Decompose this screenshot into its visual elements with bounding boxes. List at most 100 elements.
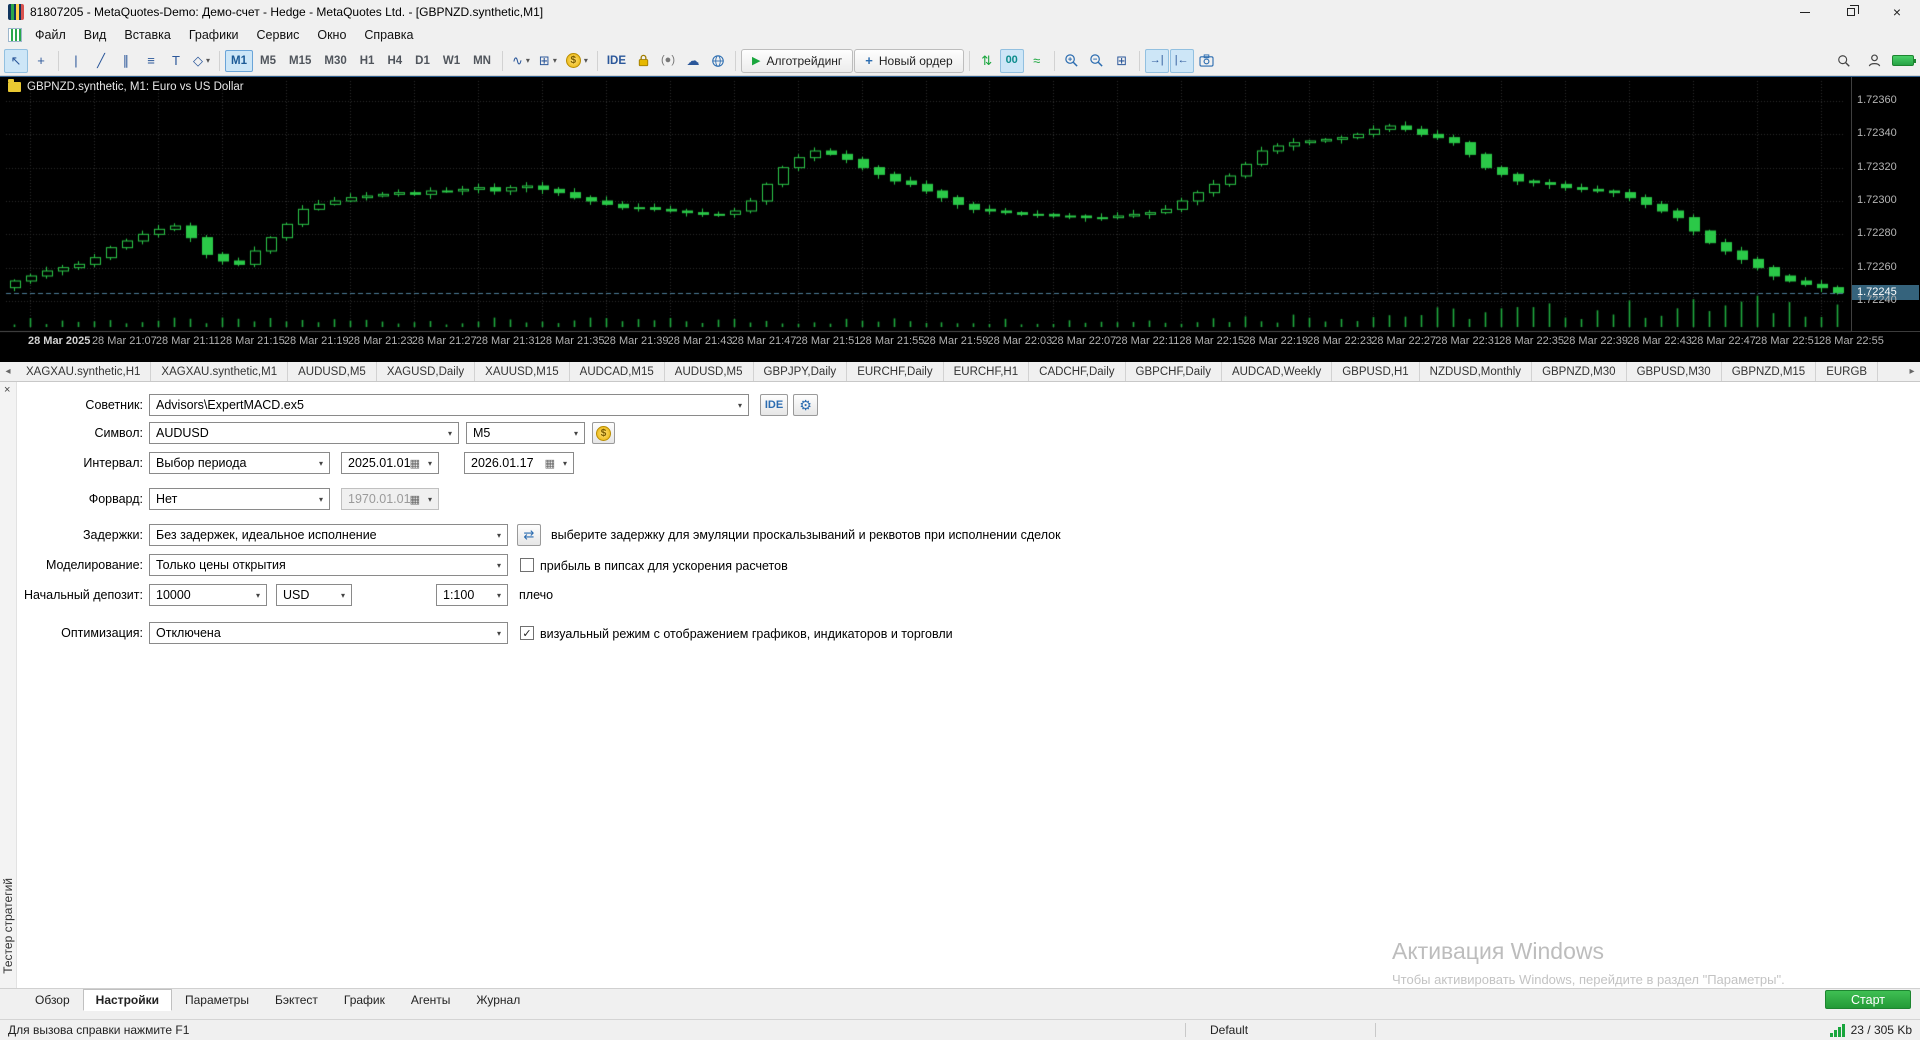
menu-item-1[interactable]: Файл xyxy=(26,25,75,45)
tabs-scroll-right-button[interactable]: ▸ xyxy=(1904,362,1920,381)
candlestick-chart-canvas[interactable] xyxy=(0,77,1851,363)
trade-levels-button[interactable]: ⇅ xyxy=(975,49,999,73)
chart-tab[interactable]: XAGXAU.synthetic,M1 xyxy=(151,362,288,381)
chevron-down-icon[interactable]: ▾ xyxy=(732,395,748,415)
tester-tab[interactable]: Обзор xyxy=(22,989,83,1011)
delays-combobox[interactable]: Без задержек, идеальное исполнение ▾ xyxy=(149,524,508,546)
indicators-dropdown-button[interactable]: ∿▾ xyxy=(508,49,534,73)
pips-profit-checkbox[interactable] xyxy=(520,558,534,572)
chart-tab[interactable]: NZDUSD,Monthly xyxy=(1420,362,1532,381)
tabs-scroll-left-button[interactable]: ◂ xyxy=(0,362,16,381)
chart-tab[interactable]: AUDCAD,M15 xyxy=(570,362,665,381)
date-from-field[interactable]: 2025.01.01 ▦ ▾ xyxy=(341,452,439,474)
chart-shift-button[interactable]: |← xyxy=(1170,49,1194,73)
tester-tab[interactable]: Параметры xyxy=(172,989,262,1011)
chart-tab[interactable]: EURCHF,Daily xyxy=(847,362,943,381)
restore-button[interactable] xyxy=(1828,0,1874,24)
account-button[interactable] xyxy=(1862,49,1886,73)
chevron-down-icon[interactable]: ▾ xyxy=(313,453,329,473)
ide-button[interactable]: IDE xyxy=(603,49,630,73)
chart-tab[interactable]: EURGB xyxy=(1816,362,1878,381)
chevron-down-icon[interactable]: ▾ xyxy=(422,453,438,473)
auto-scroll-button[interactable]: →| xyxy=(1145,49,1169,73)
modeling-combobox[interactable]: Только цены открытия ▾ xyxy=(149,554,508,576)
minimize-button[interactable] xyxy=(1782,0,1828,24)
tester-tab[interactable]: График xyxy=(331,989,398,1011)
lock-button[interactable] xyxy=(631,49,655,73)
chart-tab[interactable]: GBPJPY,Daily xyxy=(754,362,848,381)
tick-line-button[interactable]: ≈ xyxy=(1025,49,1049,73)
tester-tab[interactable]: Настройки xyxy=(83,989,172,1011)
expert-settings-button[interactable]: ⚙ xyxy=(793,394,818,416)
chart-tab[interactable]: GBPCHF,Daily xyxy=(1126,362,1222,381)
chart-tab[interactable]: EURCHF,H1 xyxy=(944,362,1030,381)
expert-ide-button[interactable]: IDE xyxy=(760,394,788,416)
menu-item-7[interactable]: Справка xyxy=(355,25,422,45)
period-combobox[interactable]: M5 ▾ xyxy=(466,422,585,444)
chart-tab[interactable]: XAGXAU.synthetic,H1 xyxy=(16,362,151,381)
delays-config-button[interactable]: ⇄ xyxy=(517,524,541,546)
zoom-in-button[interactable] xyxy=(1060,49,1084,73)
tester-tab[interactable]: Журнал xyxy=(463,989,533,1011)
zoom-out-button[interactable] xyxy=(1085,49,1109,73)
chart-tab[interactable]: XAUUSD,M15 xyxy=(475,362,570,381)
screenshot-button[interactable] xyxy=(1195,49,1219,73)
chevron-down-icon[interactable]: ▾ xyxy=(442,423,458,443)
trendline-tool-button[interactable]: ╱ xyxy=(89,49,113,73)
timeframe-button-d1[interactable]: D1 xyxy=(409,50,436,72)
chevron-down-icon[interactable]: ▾ xyxy=(568,423,584,443)
chart-tab[interactable]: XAGUSD,Daily xyxy=(377,362,475,381)
profile-selector[interactable]: Default xyxy=(1210,1023,1248,1037)
menu-item-5[interactable]: Сервис xyxy=(248,25,309,45)
algo-trading-button[interactable]: ▶ Алготрейдинг xyxy=(741,49,853,73)
chevron-down-icon[interactable]: ▾ xyxy=(335,585,351,605)
search-button[interactable] xyxy=(1832,49,1856,73)
crosshair-tool-button[interactable]: + xyxy=(29,49,53,73)
webterminal-button[interactable] xyxy=(706,49,730,73)
chart-tab[interactable]: GBPNZD,M30 xyxy=(1532,362,1627,381)
chart-tab[interactable]: AUDUSD,M5 xyxy=(665,362,754,381)
timeframe-button-m30[interactable]: M30 xyxy=(318,50,352,72)
timeframe-button-h4[interactable]: H4 xyxy=(381,50,408,72)
tester-tab[interactable]: Агенты xyxy=(398,989,464,1011)
chevron-down-icon[interactable]: ▾ xyxy=(491,525,507,545)
start-button[interactable]: Старт xyxy=(1825,990,1911,1009)
optimization-combobox[interactable]: Отключена ▾ xyxy=(149,622,508,644)
chart-tab[interactable]: GBPUSD,H1 xyxy=(1332,362,1419,381)
ohlc-button[interactable]: 00 xyxy=(1000,49,1024,73)
leverage-combobox[interactable]: 1:100 ▾ xyxy=(436,584,508,606)
menu-item-6[interactable]: Окно xyxy=(308,25,355,45)
chevron-down-icon[interactable]: ▾ xyxy=(491,585,507,605)
chevron-down-icon[interactable]: ▾ xyxy=(557,453,573,473)
chevron-down-icon[interactable]: ▾ xyxy=(313,489,329,509)
chart-panel[interactable]: GBPNZD.synthetic, M1: Euro vs US Dollar … xyxy=(0,76,1920,362)
timeframe-button-w1[interactable]: W1 xyxy=(437,50,466,72)
chart-tab[interactable]: CADCHF,Daily xyxy=(1029,362,1125,381)
currency-combobox[interactable]: USD ▾ xyxy=(276,584,352,606)
chevron-down-icon[interactable]: ▾ xyxy=(491,623,507,643)
chart-tab[interactable]: AUDUSD,M5 xyxy=(288,362,377,381)
channel-tool-button[interactable]: ∥ xyxy=(114,49,138,73)
menu-item-4[interactable]: Графики xyxy=(180,25,248,45)
timeframe-button-h1[interactable]: H1 xyxy=(354,50,381,72)
cloud-button[interactable]: ☁ xyxy=(681,49,705,73)
templates-dropdown-button[interactable]: $▾ xyxy=(562,49,592,73)
interval-combobox[interactable]: Выбор периода ▾ xyxy=(149,452,330,474)
chart-tab[interactable]: GBPNZD,M15 xyxy=(1722,362,1817,381)
timeframe-button-m1[interactable]: M1 xyxy=(225,50,253,72)
signal-button[interactable]: (●) xyxy=(656,49,680,73)
connection-level-icon[interactable] xyxy=(1892,55,1914,66)
text-tool-button[interactable]: T xyxy=(164,49,188,73)
visual-mode-checkbox[interactable]: ✓ xyxy=(520,626,534,640)
forward-combobox[interactable]: Нет ▾ xyxy=(149,488,330,510)
symbol-combobox[interactable]: AUDUSD ▾ xyxy=(149,422,459,444)
timeframe-button-m15[interactable]: M15 xyxy=(283,50,317,72)
fibonacci-tool-button[interactable]: ≡ xyxy=(139,49,163,73)
tester-close-button[interactable]: × xyxy=(4,384,10,396)
expert-combobox[interactable]: Advisors\ExpertMACD.ex5 ▾ xyxy=(149,394,749,416)
chart-tab[interactable]: GBPUSD,M30 xyxy=(1627,362,1722,381)
objects-dropdown-button[interactable]: ⊞▾ xyxy=(535,49,561,73)
chevron-down-icon[interactable]: ▾ xyxy=(491,555,507,575)
symbol-properties-button[interactable]: $ xyxy=(592,422,615,444)
date-to-field[interactable]: 2026.01.17 ▦ ▾ xyxy=(464,452,574,474)
